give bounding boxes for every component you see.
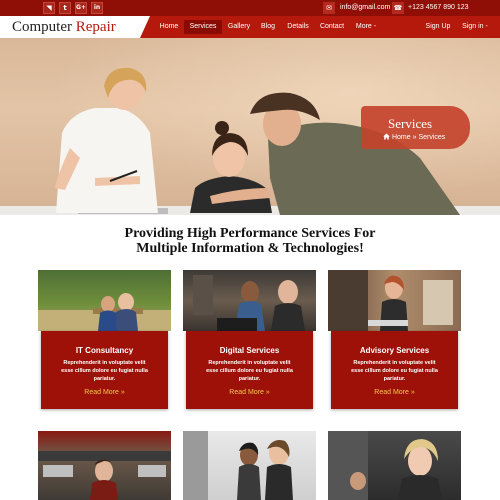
service-description-line: Reprehenderit in voluptate velit <box>63 360 146 366</box>
phone-number: +123 4567 890 123 <box>408 4 469 11</box>
section-heading-line1: Providing High Performance Services For <box>124 226 376 241</box>
page: ◥ t G+ in ✉ info@gmail.com ☎ +123 4567 8… <box>0 0 500 500</box>
service-description-line: pariatur. <box>93 376 116 382</box>
digital-services-photo <box>183 270 316 331</box>
service-title: Digital Services <box>219 346 280 355</box>
breadcrumb: Home » Services <box>383 133 445 142</box>
logo-notch <box>140 16 150 38</box>
service-description-line: esse cillum dolore eu fugiat nulla <box>351 368 438 374</box>
service-photo-row2-middle <box>183 431 316 500</box>
it-consultancy-photo <box>38 270 171 331</box>
signin-dropdown[interactable]: Sign in - <box>458 20 492 34</box>
service-description-line: Reprehenderit in voluptate velit <box>353 360 436 366</box>
read-more-link[interactable]: Read More » <box>186 388 313 397</box>
advisory-services-photo <box>328 270 461 331</box>
service-title: IT Consultancy <box>75 346 134 355</box>
breadcrumb-current: Services <box>418 134 446 141</box>
site-logo[interactable]: Computer Repair <box>12 19 116 35</box>
section-heading-line2: Multiple Information & Technologies! <box>136 241 364 256</box>
home-icon <box>383 133 390 140</box>
google-plus-icon[interactable]: G+ <box>75 2 87 14</box>
linkedin-icon[interactable]: in <box>91 2 103 14</box>
service-description: Reprehenderit in voluptate velit esse ci… <box>41 359 168 383</box>
service-description: Reprehenderit in voluptate velit esse ci… <box>331 359 458 383</box>
rss-icon[interactable]: ◥ <box>43 2 55 14</box>
nav-gallery[interactable]: Gallery <box>224 20 254 34</box>
service-description: Reprehenderit in voluptate velit esse ci… <box>186 359 313 383</box>
read-more-link[interactable]: Read More » <box>331 388 458 397</box>
service-description-line: pariatur. <box>383 376 406 382</box>
signup-link[interactable]: Sign Up <box>420 20 456 34</box>
phone-icon: ☎ <box>392 2 404 14</box>
twitter-icon[interactable]: t <box>59 2 71 14</box>
page-title: Services <box>388 116 433 131</box>
service-photo-row2-right <box>328 431 461 500</box>
logo-word-repair: Repair <box>75 19 116 35</box>
service-photo-row2-left <box>38 431 171 500</box>
logo-word-computer: Computer <box>12 19 72 35</box>
nav-contact[interactable]: Contact <box>316 20 348 34</box>
nav-home[interactable]: Home <box>156 20 182 34</box>
nav-blog[interactable]: Blog <box>257 20 279 34</box>
read-more-link[interactable]: Read More » <box>41 388 168 397</box>
nav-services[interactable]: Services <box>184 20 222 34</box>
email-link[interactable]: info@gmail.com <box>340 3 390 13</box>
service-description-line: Reprehenderit in voluptate velit <box>208 360 291 366</box>
service-title: Advisory Services <box>359 346 430 355</box>
nav-details[interactable]: Details <box>283 20 313 34</box>
nav-more-dropdown[interactable]: More - <box>351 20 381 34</box>
service-description-line: esse cillum dolore eu fugiat nulla <box>61 368 148 374</box>
service-description-line: esse cillum dolore eu fugiat nulla <box>206 368 293 374</box>
service-description-line: pariatur. <box>238 376 261 382</box>
breadcrumb-home-link[interactable]: Home <box>392 134 411 141</box>
breadcrumb-separator: » <box>412 134 417 141</box>
email-icon: ✉ <box>323 2 335 14</box>
